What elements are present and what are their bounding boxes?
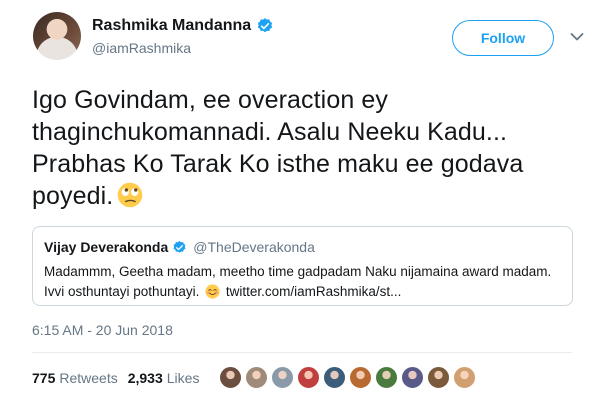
verified-badge-icon [173, 240, 186, 253]
quoted-tweet-link[interactable]: twitter.com/iamRashmika/st... [226, 284, 402, 299]
quoted-author-handle: @TheDeverakonda [193, 239, 315, 255]
tweet-card: Rashmika Mandanna @iamRashmika Follow Ig… [0, 0, 600, 400]
quoted-text-segment: Ivvi osthuntayi pothuntayi. [44, 284, 200, 299]
author-name-row[interactable]: Rashmika Mandanna [92, 17, 274, 35]
retweets-count[interactable]: 775 [32, 370, 55, 386]
tweet-text-line: Prabhas Ko Tarak Ko isthe maku ee godava [32, 150, 524, 178]
liker-avatar[interactable] [375, 366, 399, 389]
verified-badge-icon [258, 18, 273, 33]
liker-avatar[interactable] [297, 366, 321, 389]
tweet-stats: 775 Retweets 2,933 Likes [32, 366, 477, 389]
liker-avatar[interactable] [245, 366, 269, 389]
liker-avatar[interactable] [219, 366, 243, 389]
follow-button[interactable]: Follow [452, 20, 554, 56]
likes-label[interactable]: Likes [167, 370, 200, 386]
likes-count[interactable]: 2,933 [128, 370, 163, 386]
smiling-face-emoji-icon [205, 284, 220, 299]
liker-avatar[interactable] [271, 366, 295, 389]
liker-avatar[interactable] [453, 366, 477, 389]
chevron-down-icon[interactable] [570, 32, 584, 42]
quoted-text-line-2: Ivvi osthuntayi pothuntayi. twitter.com/… [44, 282, 564, 302]
quoted-author-row: Vijay Deverakonda @TheDeverakonda [44, 239, 315, 255]
liker-avatar[interactable] [323, 366, 347, 389]
quoted-author-name: Vijay Deverakonda [44, 239, 169, 255]
tweet-text-line: Igo Govindam, ee overaction ey [32, 86, 388, 114]
tweet-timestamp[interactable]: 6:15 AM - 20 Jun 2018 [32, 322, 173, 338]
quoted-tweet[interactable]: Vijay Deverakonda @TheDeverakonda Madamm… [32, 226, 573, 306]
liker-avatar[interactable] [401, 366, 425, 389]
rolling-eyes-emoji-icon [118, 182, 143, 208]
divider [32, 352, 572, 353]
author-handle[interactable]: @iamRashmika [92, 40, 191, 56]
quoted-text-line: Madammm, Geetha madam, meetho time gadpa… [44, 264, 552, 279]
liker-avatar[interactable] [349, 366, 373, 389]
author-display-name[interactable]: Rashmika Mandanna [92, 17, 251, 35]
liker-avatar[interactable] [427, 366, 451, 389]
quoted-tweet-text: Madammm, Geetha madam, meetho time gadpa… [44, 262, 564, 302]
tweet-text-line: poyedi. [32, 182, 114, 210]
retweets-label[interactable]: Retweets [59, 370, 117, 386]
author-avatar[interactable] [33, 12, 81, 60]
tweet-text: Igo Govindam, ee overaction ey thaginchu… [32, 84, 572, 212]
tweet-text-line: thaginchukomannadi. Asalu Neeku Kadu... [32, 118, 508, 146]
liker-avatars [219, 366, 477, 389]
tweet-text-line-last: poyedi. [32, 180, 572, 212]
